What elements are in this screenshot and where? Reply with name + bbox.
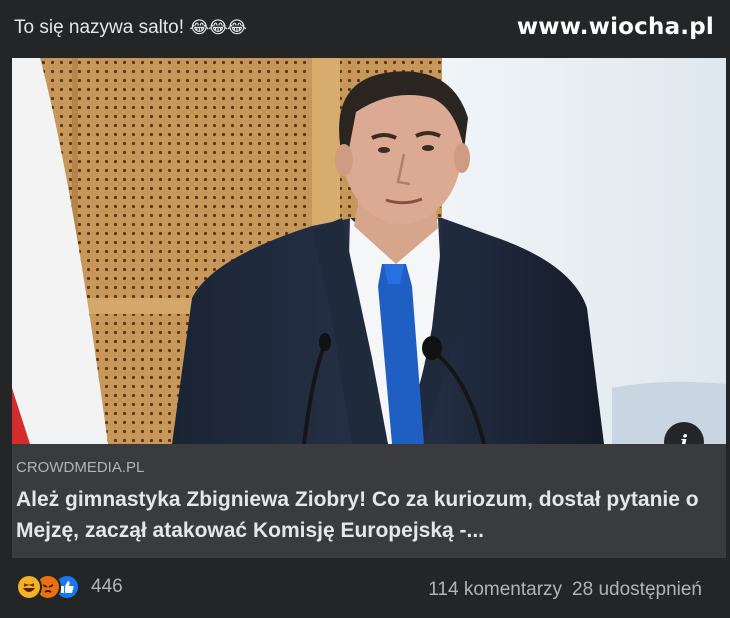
laughing-emoji-icons: 😂😂😂: [189, 18, 247, 37]
post-text: To się nazywa salto! 😂😂😂: [14, 17, 247, 39]
post-caption: To się nazywa salto!: [14, 17, 185, 38]
post-footer: 446 114 komentarzy 28 udostępnień: [0, 558, 730, 618]
shares-count[interactable]: 28 udostępnień: [572, 579, 702, 600]
link-preview[interactable]: CROWDMEDIA.PL Ależ gimnastyka Zbigniewa …: [12, 444, 726, 558]
watermark: www.wiocha.pl: [516, 14, 714, 40]
post-header: To się nazywa salto! 😂😂😂 www.wiocha.pl: [0, 0, 730, 58]
comments-count[interactable]: 114 komentarzy: [428, 579, 562, 600]
reaction-count: 446: [91, 576, 123, 597]
post-stats: 114 komentarzy 28 udostępnień: [428, 579, 702, 601]
reactions-summary[interactable]: 446: [16, 574, 123, 600]
link-title[interactable]: Ależ gimnastyka Zbigniewa Ziobry! Co za …: [16, 484, 716, 546]
speaker-photo: [12, 58, 726, 444]
link-source: CROWDMEDIA.PL: [16, 459, 145, 476]
haha-icon: [16, 574, 42, 600]
post-image[interactable]: [12, 58, 726, 444]
